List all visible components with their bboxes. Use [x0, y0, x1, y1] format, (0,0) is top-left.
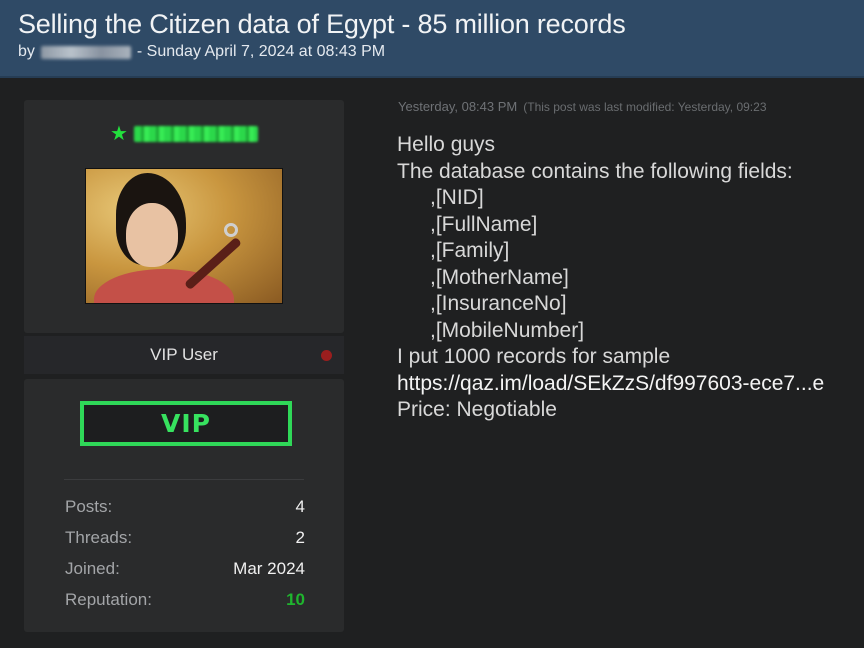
stat-row-joined: Joined: Mar 2024: [65, 559, 305, 583]
field-item: ,[NID]: [430, 186, 484, 209]
sample-link[interactable]: https://qaz.im/load/SEkZzS/df997603-ece7…: [397, 371, 864, 398]
user-role: VIP User: [150, 345, 218, 364]
stat-row-reputation: Reputation: 10: [65, 590, 305, 614]
post-line-intro: The database contains the following fiel…: [397, 159, 793, 183]
threads-count[interactable]: 2: [296, 528, 305, 548]
field-item: ,[MobileNumber]: [430, 318, 585, 342]
user-role-bar: VIP User: [24, 336, 344, 374]
thread-header: Selling the Citizen data of Egypt - 85 m…: [0, 0, 864, 78]
field-item: ,[Family]: [430, 239, 510, 262]
username[interactable]: ★: [110, 124, 258, 144]
thread-date: - Sunday April 7, 2024 at 08:43 PM: [136, 43, 386, 60]
stat-label: Reputation:: [65, 590, 152, 609]
stat-label: Joined:: [65, 559, 120, 578]
post-line-greeting: Hello guys: [397, 133, 496, 156]
stat-label: Threads:: [65, 528, 133, 547]
post-timestamp[interactable]: Yesterday, 08:43 PM: [398, 99, 517, 114]
avatar[interactable]: [85, 168, 283, 304]
redacted-username[interactable]: [133, 126, 258, 142]
stat-label: Posts:: [65, 497, 113, 516]
posts-count[interactable]: 4: [296, 497, 305, 517]
post-line-sample: I put 1000 records for sample: [397, 345, 671, 368]
thread-byline: by - Sunday April 7, 2024 at 08:43 PM: [18, 43, 385, 61]
field-item: ,[MotherName]: [430, 265, 569, 289]
post-modified-note: (This post was last modified: Yesterday,…: [523, 100, 767, 114]
vip-badge: VIP: [80, 401, 292, 446]
field-item: ,[InsuranceNo]: [430, 292, 567, 315]
field-item: ,[FullName]: [430, 212, 538, 236]
offline-status-icon: [321, 350, 332, 361]
post-line-price: Price: Negotiable: [397, 398, 557, 421]
star-icon: ★: [110, 123, 128, 145]
user-profile-card: ★: [24, 100, 344, 333]
thread-title: Selling the Citizen data of Egypt - 85 m…: [18, 9, 626, 39]
by-label: by: [18, 43, 35, 60]
divider: [64, 479, 304, 480]
post-meta: Yesterday, 08:43 PM (This post was last m…: [398, 99, 864, 114]
joined-date: Mar 2024: [233, 559, 305, 578]
redacted-author-name[interactable]: [40, 45, 131, 59]
user-stats-card: VIP Posts: 4 Threads: 2 Joined: Mar 2024…: [24, 379, 344, 632]
stat-row-threads: Threads: 2: [65, 528, 305, 552]
stat-row-posts: Posts: 4: [65, 497, 305, 521]
post-body: Hello guys The database contains the fol…: [397, 132, 864, 424]
reputation-value[interactable]: 10: [286, 590, 305, 610]
